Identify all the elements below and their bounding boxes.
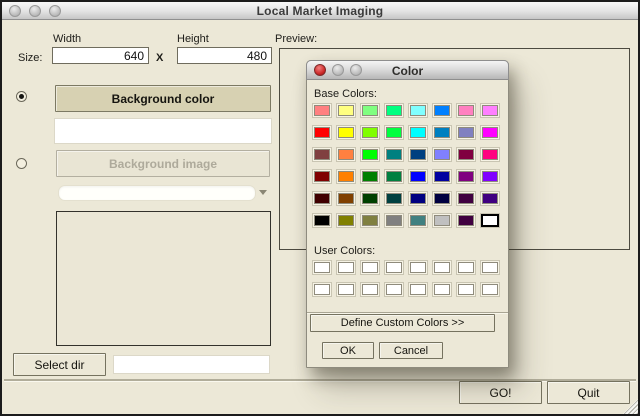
base-color-swatch[interactable] [432, 169, 452, 184]
base-color-swatch[interactable] [408, 147, 428, 162]
user-color-swatch[interactable] [360, 260, 380, 275]
user-colors-label: User Colors: [314, 245, 376, 257]
size-label: Size: [18, 52, 43, 64]
base-color-swatch[interactable] [360, 147, 380, 162]
base-color-swatch[interactable] [312, 103, 332, 118]
base-colors-grid [312, 103, 504, 235]
user-color-swatch[interactable] [456, 260, 476, 275]
base-color-swatch[interactable] [456, 103, 476, 118]
base-color-swatch[interactable] [408, 213, 428, 228]
user-color-swatch[interactable] [480, 260, 500, 275]
base-color-swatch[interactable] [336, 213, 356, 228]
ok-button[interactable]: OK [322, 342, 374, 359]
base-color-swatch[interactable] [360, 213, 380, 228]
background-color-radio[interactable] [16, 91, 27, 102]
base-color-swatch[interactable] [432, 125, 452, 140]
base-colors-label: Base Colors: [314, 88, 377, 100]
base-color-swatch[interactable] [336, 169, 356, 184]
define-custom-colors-button[interactable]: Define Custom Colors >> [310, 314, 495, 332]
color-dialog: Color Base Colors: User Colors: Define C… [306, 60, 509, 368]
base-color-swatch[interactable] [480, 213, 500, 228]
preview-label: Preview: [275, 33, 318, 45]
user-color-swatch[interactable] [360, 282, 380, 297]
base-color-swatch[interactable] [384, 191, 404, 206]
base-color-swatch[interactable] [384, 213, 404, 228]
cancel-button[interactable]: Cancel [379, 342, 443, 359]
base-color-swatch[interactable] [480, 125, 500, 140]
user-color-swatch[interactable] [384, 282, 404, 297]
user-color-swatch[interactable] [384, 260, 404, 275]
background-image-button: Background image [56, 150, 270, 177]
user-color-swatch[interactable] [408, 260, 428, 275]
height-input[interactable] [177, 47, 272, 64]
base-color-swatch[interactable] [312, 213, 332, 228]
background-color-button[interactable]: Background color [55, 85, 271, 112]
base-color-swatch[interactable] [480, 191, 500, 206]
main-window: Local Market Imaging Width Height Previe… [0, 0, 640, 416]
background-image-radio[interactable] [16, 158, 27, 169]
dialog-divider [307, 312, 508, 313]
base-color-swatch[interactable] [432, 191, 452, 206]
base-color-swatch[interactable] [312, 191, 332, 206]
base-color-swatch[interactable] [336, 103, 356, 118]
user-color-swatch[interactable] [408, 282, 428, 297]
window-title: Local Market Imaging [256, 4, 384, 18]
user-color-swatch[interactable] [432, 260, 452, 275]
base-color-swatch[interactable] [384, 103, 404, 118]
base-color-swatch[interactable] [336, 147, 356, 162]
base-color-swatch[interactable] [384, 125, 404, 140]
base-color-swatch[interactable] [360, 103, 380, 118]
base-color-swatch[interactable] [432, 147, 452, 162]
base-color-swatch[interactable] [360, 125, 380, 140]
base-color-swatch[interactable] [360, 191, 380, 206]
width-input[interactable] [52, 47, 149, 64]
base-color-swatch[interactable] [432, 103, 452, 118]
user-color-swatch[interactable] [336, 282, 356, 297]
image-listbox[interactable] [56, 211, 271, 346]
base-color-swatch[interactable] [408, 103, 428, 118]
chevron-down-icon[interactable] [259, 190, 267, 195]
quit-button[interactable]: Quit [547, 381, 630, 404]
user-color-swatch[interactable] [312, 260, 332, 275]
combobox-value[interactable] [58, 185, 256, 201]
base-color-swatch[interactable] [480, 103, 500, 118]
base-color-swatch[interactable] [312, 125, 332, 140]
user-color-swatch[interactable] [336, 260, 356, 275]
base-color-swatch[interactable] [336, 191, 356, 206]
base-color-swatch[interactable] [336, 125, 356, 140]
base-color-swatch[interactable] [408, 191, 428, 206]
base-color-swatch[interactable] [408, 125, 428, 140]
base-color-swatch[interactable] [480, 147, 500, 162]
base-color-swatch[interactable] [456, 169, 476, 184]
user-color-swatch[interactable] [432, 282, 452, 297]
background-image-combobox[interactable] [58, 185, 268, 201]
user-color-swatch[interactable] [456, 282, 476, 297]
height-label: Height [177, 33, 209, 45]
user-color-swatch[interactable] [480, 282, 500, 297]
base-color-swatch[interactable] [408, 169, 428, 184]
base-color-swatch[interactable] [432, 213, 452, 228]
width-label: Width [53, 33, 82, 45]
base-color-swatch[interactable] [456, 191, 476, 206]
size-separator-label: X [156, 52, 164, 64]
main-titlebar[interactable]: Local Market Imaging [2, 2, 638, 20]
color-dialog-title: Color [391, 64, 424, 78]
base-color-swatch[interactable] [384, 169, 404, 184]
base-color-swatch[interactable] [312, 147, 332, 162]
user-color-swatch[interactable] [312, 282, 332, 297]
base-color-swatch[interactable] [384, 147, 404, 162]
select-dir-button[interactable]: Select dir [13, 353, 106, 376]
base-color-swatch[interactable] [480, 169, 500, 184]
base-color-swatch[interactable] [456, 125, 476, 140]
color-dialog-titlebar[interactable]: Color [306, 60, 509, 80]
base-color-swatch[interactable] [456, 147, 476, 162]
dir-path-field[interactable] [113, 355, 270, 374]
base-color-swatch[interactable] [456, 213, 476, 228]
go-button[interactable]: GO! [459, 381, 542, 404]
background-color-value-field[interactable] [54, 118, 272, 144]
base-color-swatch[interactable] [312, 169, 332, 184]
base-color-swatch[interactable] [360, 169, 380, 184]
user-colors-grid [312, 260, 504, 304]
